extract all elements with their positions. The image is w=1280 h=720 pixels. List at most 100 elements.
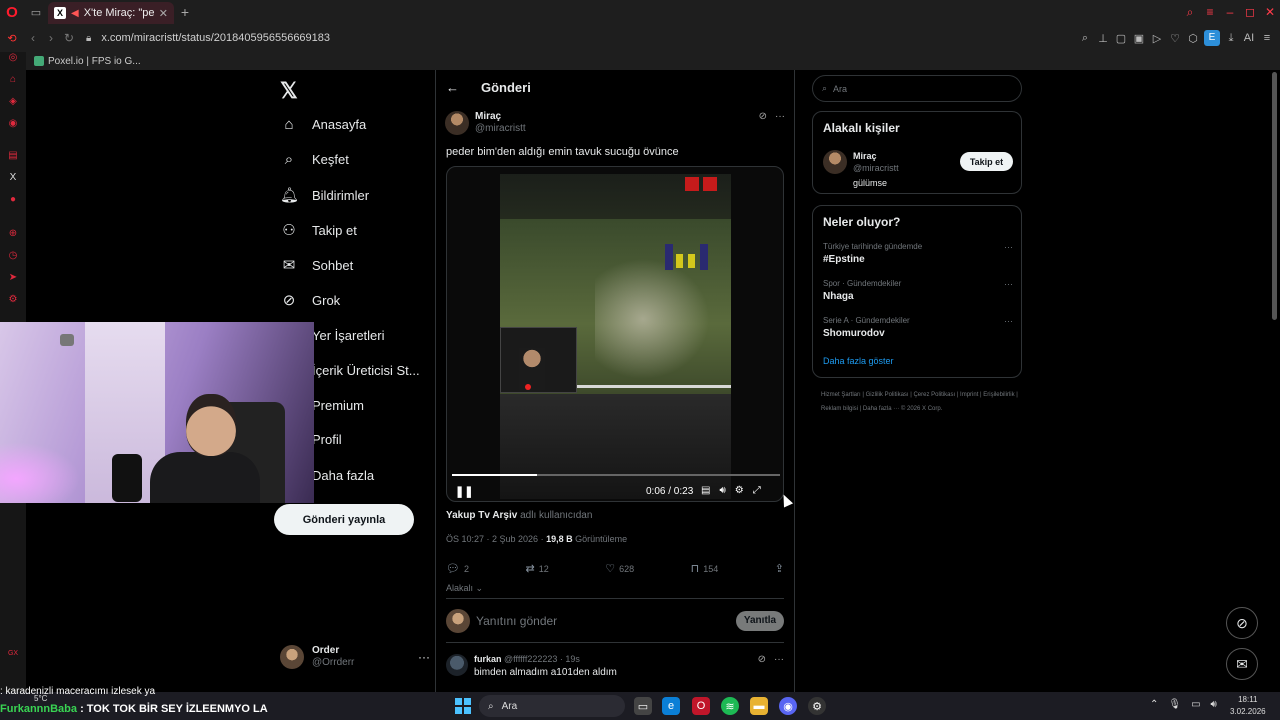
send-icon[interactable]: ▷ [1148, 32, 1166, 45]
camera-icon[interactable]: ▣ [1130, 32, 1148, 45]
taskbar-search[interactable]: ⌕ Ara [479, 695, 625, 717]
zoom-icon[interactable]: ⌕ [1076, 32, 1094, 45]
back-arrow-icon[interactable]: ← [446, 80, 459, 95]
nav-grok[interactable]: ⊘ Grok [280, 291, 340, 309]
history-icon[interactable]: ◷ [6, 250, 20, 264]
grok-float-icon[interactable]: ⊘ [1226, 607, 1258, 639]
reply-avatar[interactable] [446, 654, 468, 676]
ai-icon[interactable]: AI [1240, 32, 1258, 44]
discord-taskbar-icon[interactable]: ◉ [779, 697, 797, 715]
opera-logo-icon[interactable]: O [0, 0, 24, 24]
grok-explain-icon[interactable]: ⊘ [758, 654, 766, 678]
speaker-icon[interactable]: ◀ [71, 8, 79, 19]
settings-icon[interactable]: ⚙ [6, 294, 20, 308]
reply-stat[interactable]: 💬︎ 2 [446, 562, 469, 575]
post-button[interactable]: Gönderi yayınla [274, 504, 414, 535]
windows-start-icon[interactable] [455, 698, 471, 714]
video-progress-bar[interactable] [452, 474, 780, 476]
tab-close-icon[interactable]: ✕ [159, 7, 168, 20]
trend-more-icon[interactable]: ··· [1004, 279, 1013, 289]
reply-input[interactable]: Yanıtını gönder [476, 614, 557, 628]
back-icon[interactable]: ‹ [24, 31, 42, 45]
url-field[interactable]: x.com/miracristt/status/2018405956556669… [101, 32, 330, 44]
opera-gx-icon[interactable]: O [692, 697, 710, 715]
pinboard-icon[interactable]: ⊕ [6, 228, 20, 242]
minimize-icon[interactable]: – [1220, 5, 1240, 19]
volume-tray-icon[interactable]: 🔊︎ [1211, 699, 1217, 710]
network-icon[interactable]: ▭ [1191, 699, 1200, 710]
bookmark-stat[interactable]: ⊓ 154 [691, 562, 719, 575]
settings-gear-icon[interactable]: ⚙ [735, 485, 744, 496]
folder-icon[interactable]: ▬ [750, 697, 768, 715]
related-dropdown[interactable]: Alakalı ⌄ [446, 583, 483, 594]
reload-icon[interactable]: ↻ [60, 31, 78, 45]
reply-button[interactable]: Yanıtla [736, 610, 784, 631]
x-logo-icon[interactable]: 𝕏 [280, 78, 298, 104]
author-avatar[interactable] [445, 111, 469, 135]
x-sidebar-icon[interactable]: X [6, 172, 20, 186]
volume-icon[interactable]: 🔊︎ [719, 485, 725, 496]
trend-more-icon[interactable]: ··· [1004, 316, 1013, 326]
file-icon[interactable]: ▭ [634, 697, 652, 715]
nav-chat[interactable]: ✉ Sohbet [280, 256, 354, 274]
edge-icon[interactable]: e [662, 697, 680, 715]
instagram-icon[interactable]: ◉ [6, 118, 20, 132]
footer-links[interactable]: Hizmet Şartları | Gizlilik Politikası | … [821, 388, 1021, 416]
extension-e-icon[interactable]: E [1204, 30, 1220, 46]
author-handle[interactable]: @miracristt [475, 123, 526, 135]
discord-icon[interactable]: ● [6, 194, 20, 208]
pin-icon[interactable]: ⊥ [1094, 32, 1112, 45]
like-stat[interactable]: ♡ 628 [605, 562, 634, 575]
avatar[interactable] [823, 150, 847, 174]
author-names[interactable]: Miraç @miracristt [475, 111, 526, 135]
download-icon[interactable]: ⤓ [1222, 32, 1240, 45]
author-display-name[interactable]: Miraç [475, 111, 526, 123]
browser-tab-active[interactable]: X ◀ X'te Miraç: "peder bim' ✕ [48, 2, 174, 24]
easy-setup-icon[interactable]: ≡ [1200, 5, 1220, 19]
menu-icon[interactable]: ≡ [1258, 32, 1276, 44]
heart-icon[interactable]: ♡ [1166, 32, 1184, 45]
related-person[interactable]: Miraç @miracristt gülümse Takip et [823, 150, 1013, 189]
lock-icon[interactable]: 🔒︎ [86, 33, 91, 44]
nav-home[interactable]: ⌂ Anasayfa [280, 116, 366, 133]
share-stat[interactable]: ⇪ [775, 562, 784, 575]
sidebar-toggle-icon[interactable]: ⟲ [0, 24, 24, 52]
captions-icon[interactable]: ▤ [701, 485, 710, 496]
aria-icon[interactable]: ◎ [6, 52, 20, 66]
workspace-icon[interactable]: ⌂ [6, 74, 20, 88]
pause-icon[interactable]: ❚❚ [455, 485, 473, 498]
trend-item[interactable]: Türkiye tarihinde gündemde #Epstine ··· [823, 242, 1013, 265]
spotify-icon[interactable]: ≋ [721, 697, 739, 715]
steam-icon[interactable]: ⚙ [808, 697, 826, 715]
page-scrollbar[interactable] [1272, 72, 1277, 320]
tweet-more-icon[interactable]: ··· [775, 111, 785, 135]
maximize-icon[interactable]: ◻ [1240, 5, 1260, 19]
taskbar-clock[interactable]: 18:11 3.02.2026 [1230, 694, 1266, 718]
more-dots-icon[interactable]: ··· [418, 650, 430, 664]
source-account[interactable]: Yakup Tv Arşiv [446, 510, 517, 521]
trend-item[interactable]: Spor · Gündemdekiler Nhaga ··· [823, 279, 1013, 302]
mic-icon[interactable]: 🎙︎ [1168, 699, 1181, 710]
video-player[interactable]: ❚❚ 0:06 / 0:23 ▤ 🔊︎ ⚙ ⤢ [446, 166, 784, 502]
twitch-icon[interactable]: ▤ [6, 150, 20, 164]
gx-icon[interactable]: GX [6, 650, 20, 664]
fullscreen-icon[interactable]: ⤢ [753, 485, 761, 496]
related-name[interactable]: Miraç [853, 150, 899, 162]
tweet-timestamp[interactable]: ÖS 10:27 · 2 Şub 2026 · [446, 534, 546, 544]
extensions-icon[interactable]: ⬡ [1184, 32, 1202, 45]
tray-chevron-icon[interactable]: ⌃ [1150, 699, 1158, 710]
messenger-icon[interactable]: ◈ [6, 96, 20, 110]
new-tab-button[interactable]: + [174, 4, 196, 20]
nav-notifications[interactable]: 🔔︎ Bildirimler [280, 186, 369, 204]
tab-manager-icon[interactable]: ▭ [24, 0, 48, 24]
snapshot-icon[interactable]: ▢ [1112, 32, 1130, 45]
nav-explore[interactable]: ⌕ Keşfet [280, 151, 349, 168]
reply-tweet[interactable]: furkan @ffffff222223 · 19s bimden almadı… [446, 654, 784, 678]
reply-display-name[interactable]: furkan [474, 654, 502, 664]
close-window-icon[interactable]: ✕ [1260, 5, 1280, 19]
account-switcher[interactable]: Order @Orrderr ··· [280, 645, 430, 669]
search-tabs-icon[interactable]: ⌕ [1180, 5, 1200, 20]
trend-item[interactable]: Serie A · Gündemdekiler Shomurodov ··· [823, 316, 1013, 339]
messages-float-icon[interactable]: ✉ [1226, 648, 1258, 680]
grok-explain-icon[interactable]: ⊘ [759, 111, 767, 135]
